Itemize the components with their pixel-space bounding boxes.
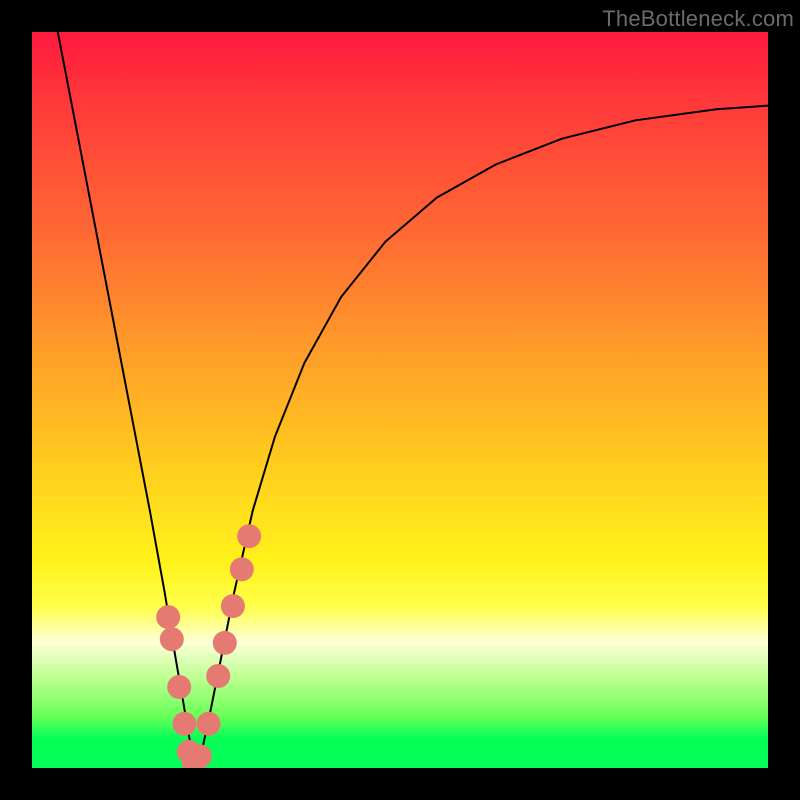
sample-point	[213, 631, 237, 655]
sample-point	[167, 675, 191, 699]
watermark-label: TheBottleneck.com	[602, 6, 794, 32]
sample-point	[237, 524, 261, 548]
sample-point	[197, 712, 221, 736]
sample-point	[172, 712, 196, 736]
sample-point	[221, 594, 245, 618]
chart-frame: TheBottleneck.com	[0, 0, 800, 800]
sample-point	[188, 744, 212, 768]
sample-point	[230, 557, 254, 581]
bottleneck-curve	[58, 32, 768, 764]
plot-svg	[32, 32, 768, 768]
sample-point	[156, 605, 180, 629]
sample-point	[206, 664, 230, 688]
sample-points	[156, 524, 261, 768]
sample-point	[160, 627, 184, 651]
